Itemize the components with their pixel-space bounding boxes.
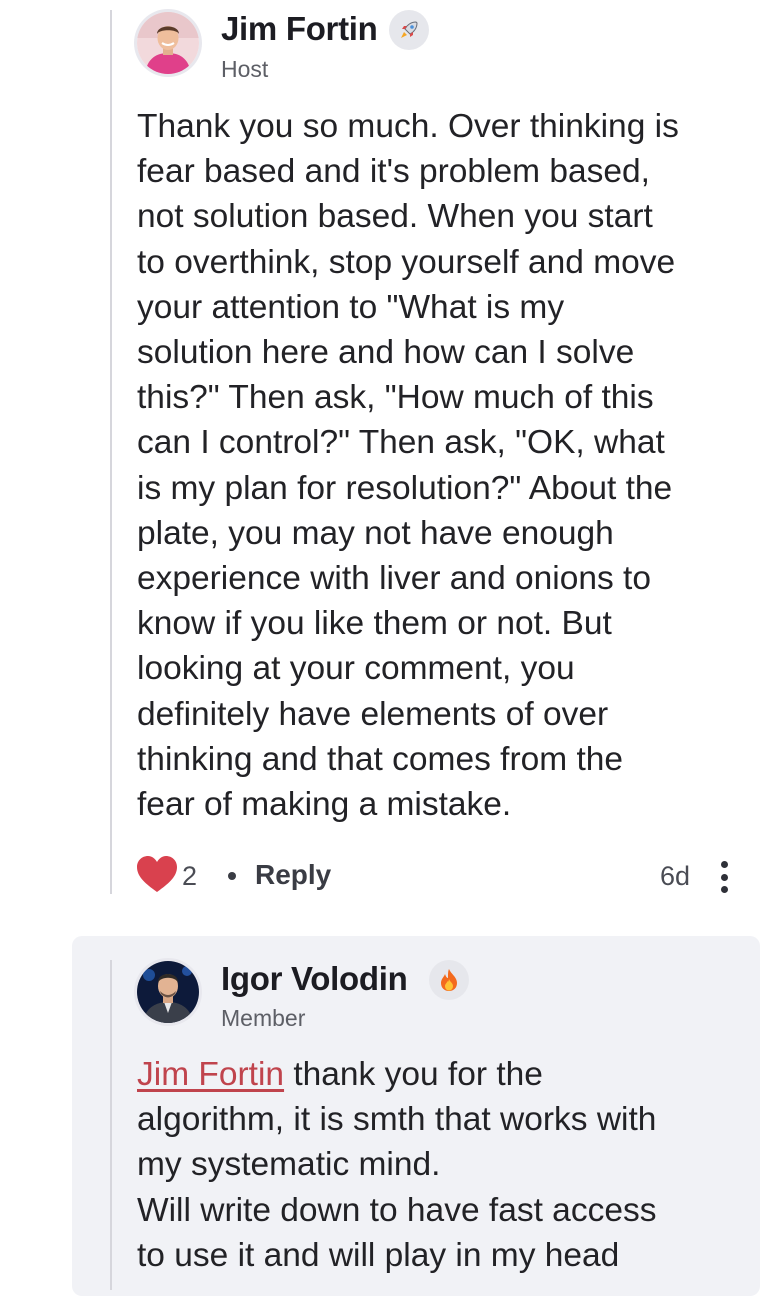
heart-icon	[137, 856, 177, 892]
avatar-photo-jim	[137, 12, 199, 74]
avatar-photo-igor	[137, 961, 199, 1023]
thread-line	[110, 10, 112, 894]
rocket-icon	[389, 10, 429, 50]
comment-body: Thank you so much. Over thinking is fear…	[137, 108, 679, 824]
separator-dot	[228, 872, 236, 880]
like-button[interactable]	[136, 855, 178, 895]
timestamp: 6d	[660, 861, 691, 891]
reply-author-name[interactable]: Igor Volodin	[221, 960, 408, 998]
reply-body: Jim Fortin thank you for the algorithm, …	[137, 1052, 757, 1278]
reply-avatar[interactable]	[137, 961, 199, 1023]
comment-actions: 2 Reply 6d	[136, 855, 736, 897]
like-count: 2	[182, 861, 198, 891]
author-name[interactable]: Jim Fortin	[221, 10, 378, 48]
mention-link[interactable]: Jim Fortin	[137, 1056, 284, 1093]
author-role: Host	[221, 56, 269, 82]
reply-button[interactable]: Reply	[255, 859, 331, 891]
more-options-icon[interactable]	[712, 857, 736, 897]
reply-author-role: Member	[221, 1005, 306, 1031]
avatar[interactable]	[137, 12, 199, 74]
fire-icon	[429, 960, 469, 1000]
reply-thread-line	[110, 960, 112, 1290]
